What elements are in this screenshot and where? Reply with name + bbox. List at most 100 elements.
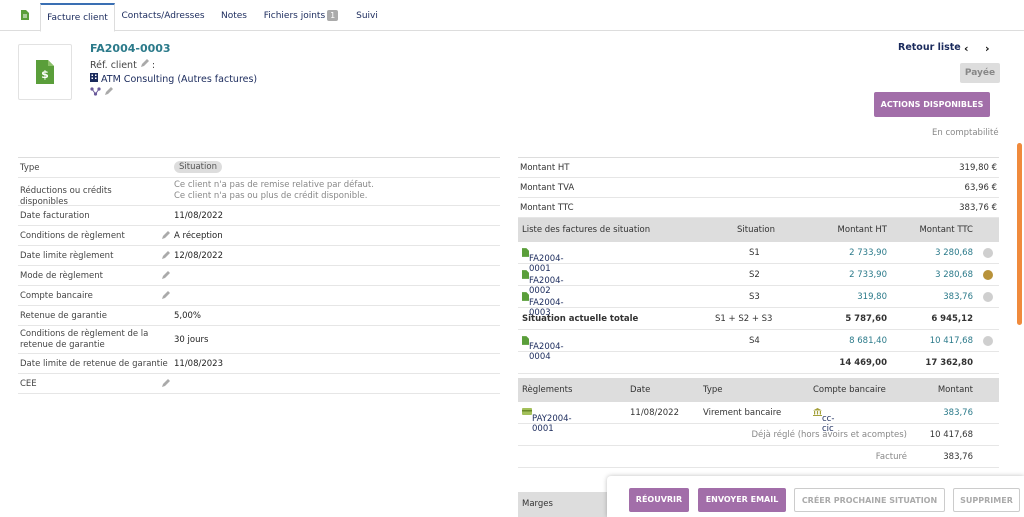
field-label: Conditions de règlement de la retenue de… [20,329,149,350]
invoice-fields-table: Type Situation Réductions ou crédits dis… [18,157,500,394]
deja-regle-value: 10 417,68 [929,430,973,440]
type-pill: Situation [174,161,222,173]
amount-ht: 2 733,90 [849,248,887,258]
column-header: Situation [737,225,775,235]
pencil-icon[interactable] [161,251,170,260]
status-dot [983,270,993,280]
grand-ttc: 17 362,80 [925,358,973,368]
column-header: Liste des factures de situation [522,225,651,235]
actions-disponibles-button[interactable]: ACTIONS DISPONIBLES [874,92,990,117]
tab-suivi[interactable]: Suivi [348,3,386,31]
field-value: Situation [174,161,222,173]
company-link[interactable]: ATM Consulting (Autres factures) [90,73,257,85]
column-header: Montant [937,385,973,395]
ref-client: Réf. client : [90,59,155,71]
bank-icon [813,408,822,416]
facture-label: Facturé [875,452,907,462]
amount-label: Montant TTC [520,203,574,213]
reductions-line: Ce client n'a pas de remise relative par… [174,180,374,190]
field-row-type: Type Situation [18,158,500,178]
ref-client-sep: : [148,60,156,71]
invoice-link[interactable]: FA2004-0001 [522,248,564,274]
tab-facture-client[interactable]: Facture client [40,3,115,32]
tab-fichiers-joints[interactable]: Fichiers joints 1 [260,3,342,31]
situations-header: Liste des factures de situation Situatio… [518,218,999,242]
situation-row: FA2004-0001 S1 2 733,90 3 280,68 [518,242,999,274]
field-row-mode: Mode de règlement [18,266,500,286]
compta-status: En comptabilité [932,128,999,138]
field-label: Compte bancaire [20,291,93,301]
invoice-link[interactable]: FA2004-0003 [522,292,564,318]
invoice-link[interactable]: FA2004-0004 [522,336,564,362]
column-header: Date [630,385,651,395]
situation-total-row: Situation actuelle totale S1 + S2 + S3 5… [518,308,999,330]
total-ttc: 6 945,12 [931,314,973,324]
pencil-icon[interactable] [104,87,113,96]
field-value: Ce client n'a pas de remise relative par… [174,180,374,202]
field-row-date-retenue: Date limite de retenue de garantie 11/08… [18,354,500,374]
building-icon [90,73,98,82]
prev-record-button[interactable]: ‹ [964,42,969,55]
next-record-button[interactable]: › [985,42,990,55]
invoice-icon [522,292,529,301]
grand-ht: 14 469,00 [839,358,887,368]
project-row [90,87,113,99]
status-badge: Payée [960,63,1000,83]
field-value: A réception [174,231,223,241]
column-header: Type [703,385,723,395]
bank-account-link[interactable]: cc-cic [813,408,834,434]
field-row-cond-retenue: Conditions de règlement de la retenue de… [18,326,500,354]
invoice-icon [21,10,29,20]
payment-date: 11/08/2022 [630,408,679,418]
invoice-icon [522,336,529,345]
field-row-cee: CEE [18,374,500,394]
reductions-line: Ce client n'a pas ou plus de crédit disp… [174,191,368,201]
amount-ttc: 3 280,68 [935,248,973,258]
field-row-date-facturation: Date facturation 11/08/2022 [18,206,500,226]
tab-contacts[interactable]: Contacts/Adresses [118,3,208,31]
retour-liste-link[interactable]: Retour liste [898,42,961,53]
field-value: 5,00% [174,311,202,321]
company-name: ATM Consulting [101,74,175,85]
pencil-icon[interactable] [140,59,149,68]
field-label: Retenue de garantie [20,311,107,321]
send-email-button[interactable]: ENVOYER EMAIL [698,488,786,512]
status-dot [983,336,993,346]
pencil-icon[interactable] [161,231,170,240]
amount-ttc: 10 417,68 [929,336,973,346]
tab-label: Notes [221,11,247,21]
tab-invoice-icon[interactable] [14,3,36,31]
delete-button[interactable]: SUPPRIMER [953,488,1020,512]
situation-row: FA2004-0003 S3 319,80 383,76 [518,286,999,318]
amount-row-ttc: Montant TTC 383,76 € [518,198,999,218]
status-dot [983,292,993,302]
payment-link[interactable]: PAY2004-0001 [522,408,572,434]
amount-value: 63,96 € [964,183,997,193]
amount-ttc: 3 280,68 [935,270,973,280]
payment-type: Virement bancaire [703,408,782,418]
field-row-reductions: Réductions ou crédits disponibles Ce cli… [18,178,500,207]
pencil-icon[interactable] [161,271,170,280]
bottom-action-bar: RÉOUVRIR ENVOYER EMAIL CRÉER PROCHAINE S… [607,476,1024,517]
pencil-icon[interactable] [161,291,170,300]
reopen-button[interactable]: RÉOUVRIR [629,488,689,512]
field-value: 11/08/2023 [174,359,223,369]
create-next-situation-button[interactable]: CRÉER PROCHAINE SITUATION [794,488,945,512]
pencil-icon[interactable] [161,379,170,388]
invoice-icon [522,248,529,257]
amount-label: Montant TVA [520,183,575,193]
amount-row-ht: Montant HT 319,80 € [518,158,999,178]
payment-row: PAY2004-0001 11/08/2022 Virement bancair… [518,402,999,434]
invoice-link[interactable]: FA2004-0002 [522,270,564,296]
amount-ttc: 383,76 [943,292,973,302]
amount-value: 383,76 € [959,203,997,213]
column-header: Montant HT [837,225,887,235]
situation-code: S2 [749,270,760,280]
tab-label: Suivi [356,11,378,21]
field-value: 30 jours [174,335,209,345]
tab-notes[interactable]: Notes [212,3,256,31]
amounts-panel: Montant HT 319,80 € Montant TVA 63,96 € … [518,157,999,468]
scrollbar[interactable] [1017,143,1022,325]
ref-client-label: Réf. client [90,60,137,71]
project-icon[interactable] [90,87,101,96]
